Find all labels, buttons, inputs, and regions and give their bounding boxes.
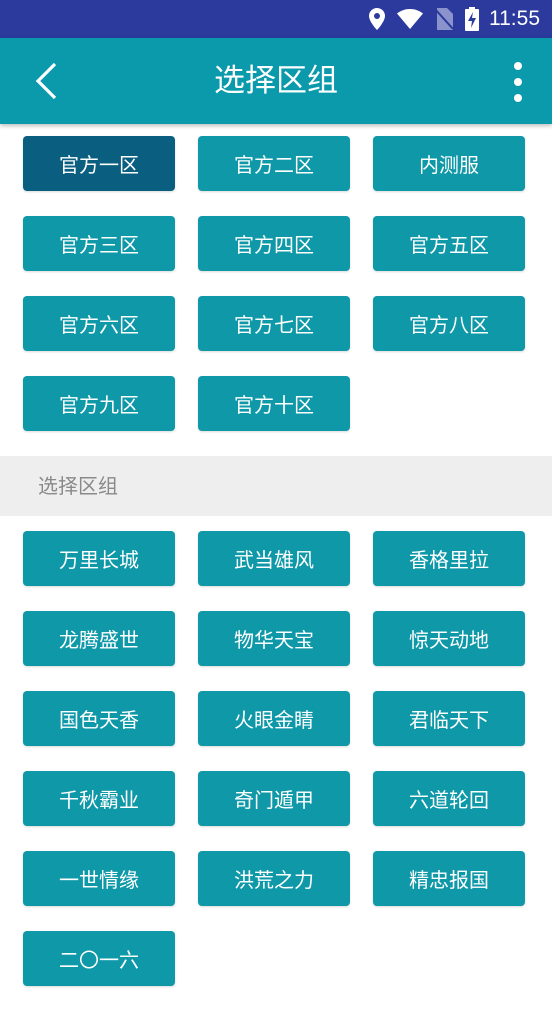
server-button[interactable]: 官方二区 [198,136,350,191]
no-sim-icon [435,8,453,30]
wifi-icon [397,9,423,29]
server-button[interactable]: 官方三区 [23,216,175,271]
more-dot [514,78,522,86]
status-bar: 11:55 [0,0,552,38]
button-row: 二〇一六 [0,931,552,986]
group-button[interactable]: 君临天下 [373,691,525,746]
button-row: 官方三区 官方四区 官方五区 [0,216,552,271]
group-button[interactable]: 洪荒之力 [198,851,350,906]
button-row: 龙腾盛世 物华天宝 惊天动地 [0,611,552,666]
button-row: 官方六区 官方七区 官方八区 [0,296,552,351]
section-header-group: 选择区组 [0,456,552,516]
group-button[interactable]: 惊天动地 [373,611,525,666]
group-button[interactable]: 一世情缘 [23,851,175,906]
clock: 11:55 [489,7,540,30]
app-toolbar: 选择区组 [0,38,552,124]
group-button[interactable]: 香格里拉 [373,531,525,586]
group-button[interactable]: 六道轮回 [373,771,525,826]
group-button[interactable]: 武当雄风 [198,531,350,586]
group-button[interactable]: 二〇一六 [23,931,175,986]
scroll-content[interactable]: 选择大区 官方一区官方二区内测服官方三区官方四区官方五区官方六区官方七区官方八区… [0,61,552,1011]
server-button[interactable]: 官方五区 [373,216,525,271]
button-row: 一世情缘 洪荒之力 精忠报国 [0,851,552,906]
battery-charging-icon [465,7,479,31]
button-row: 千秋霸业 奇门遁甲 六道轮回 [0,771,552,826]
page-title: 选择区组 [214,63,338,99]
server-grid: 官方一区 官方二区 内测服 官方三区 官方四区 官方五区 官方六区 官方七区 官方八区 官方九区官… [0,121,552,456]
server-button[interactable]: 官方十区 [198,376,350,431]
button-row: 官方一区 官方二区 内测服 [0,136,552,191]
button-row: 万里长城 武当雄风 香格里拉 [0,531,552,586]
group-button[interactable]: 物华天宝 [198,611,350,666]
server-button[interactable]: 官方八区 [373,296,525,351]
more-vertical-icon [514,62,522,70]
server-button[interactable]: 官方六区 [23,296,175,351]
more-options-button[interactable] [510,62,526,102]
button-row: 国色天香 火眼金睛 君临天下 [0,691,552,746]
group-button[interactable]: 奇门遁甲 [198,771,350,826]
group-button[interactable]: 火眼金睛 [198,691,350,746]
group-button[interactable]: 万里长城 [23,531,175,586]
location-icon [369,8,385,30]
button-row: 官方九区 官方十区 [0,376,552,431]
server-button[interactable]: 官方七区 [198,296,350,351]
server-button[interactable]: 官方九区 [23,376,175,431]
group-grid: 万里长城 武当雄风 香格里拉 龙腾盛世 物华天宝 惊天动地 国色天香 火眼金睛 君临天下 千秋霸业… [0,516,552,1011]
group-button[interactable]: 龙腾盛世 [23,611,175,666]
group-button[interactable]: 千秋霸业 [23,771,175,826]
group-button[interactable]: 国色天香 [23,691,175,746]
more-dot [514,94,522,102]
group-button[interactable]: 精忠报国 [373,851,525,906]
server-button[interactable]: 内测服 [373,136,525,191]
server-button[interactable]: 官方一区 [23,136,175,191]
server-button[interactable]: 官方四区 [198,216,350,271]
